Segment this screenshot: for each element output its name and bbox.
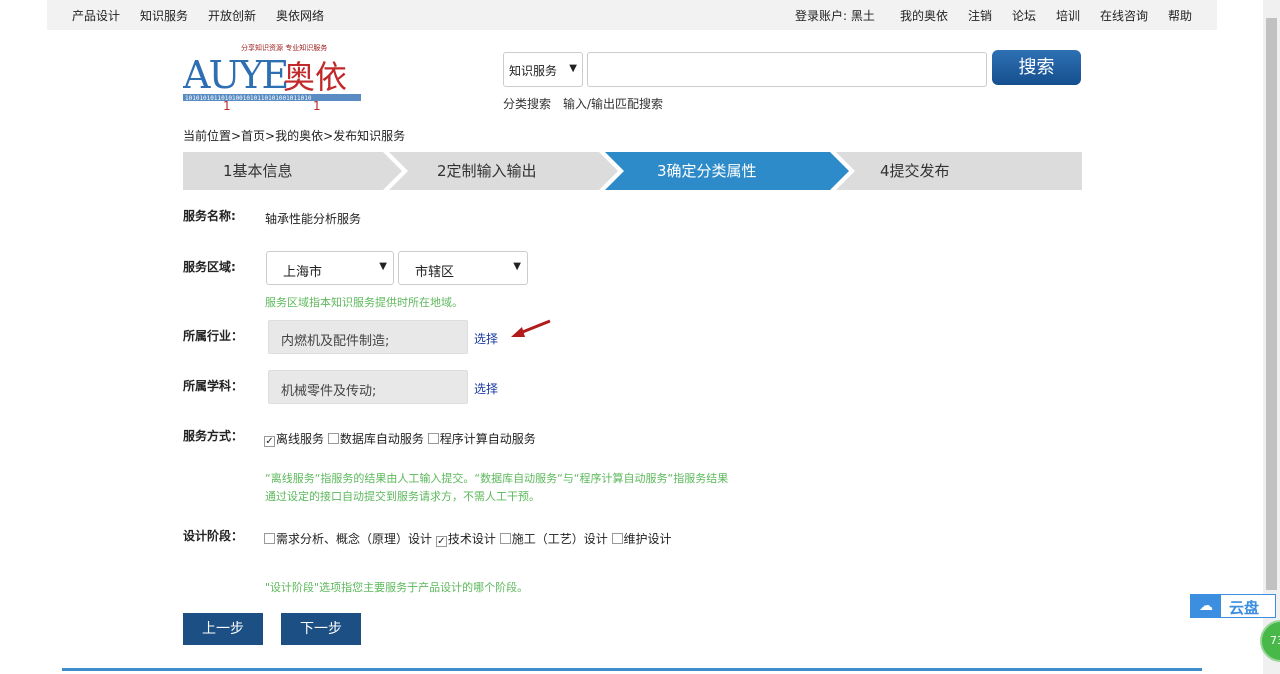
next-step-button[interactable]: 下一步	[281, 613, 361, 645]
design-stage-hint: "设计阶段"选项指您主要服务于产品设计的哪个阶段。	[265, 581, 529, 594]
service-mode-options: ✓ 离线服务 数据库自动服务 程序计算自动服务	[264, 430, 536, 447]
checkbox-construction-design-label: 施工（工艺）设计	[511, 532, 608, 546]
checkbox-construction-design[interactable]: 施工（工艺）设计	[499, 532, 608, 546]
service-name-label: 服务名称:	[183, 209, 236, 223]
cloud-icon: ☁	[1191, 595, 1221, 617]
design-stage-label: 设计阶段：	[183, 529, 244, 543]
svg-text:AUYE: AUYE	[183, 53, 287, 97]
nav-product-design[interactable]: 产品设计	[72, 7, 120, 24]
category-search-link[interactable]: 分类搜索	[503, 95, 551, 112]
checkbox-program-auto[interactable]: 程序计算自动服务	[427, 432, 536, 446]
nav-logout[interactable]: 注销	[968, 7, 992, 24]
province-value: 上海市	[283, 265, 323, 280]
checkbox-offline-box[interactable]: ✓	[264, 436, 275, 447]
industry-label: 所属行业：	[183, 329, 244, 343]
service-name-value: 轴承性能分析服务	[265, 212, 362, 226]
search-button[interactable]: 搜索	[992, 50, 1081, 85]
auye-logo[interactable]: 分享知识资源 专业知识服务 AUYE 奥依 101010101101010010…	[182, 42, 363, 114]
discipline-label: 所属学科：	[183, 379, 244, 393]
cloud-disk-label: 云盘	[1229, 599, 1260, 617]
svg-text:分享知识资源 专业知识服务: 分享知识资源 专业知识服务	[241, 43, 327, 52]
scrollbar-thumb[interactable]	[1266, 18, 1277, 590]
caret-down-icon: ▼	[569, 63, 577, 74]
top-nav-bar: 产品设计 知识服务 开放创新 奥依网络 登录账户: 黑土 我的奥依 注销 论坛 …	[47, 0, 1217, 30]
step-classification: 3确定分类属性	[657, 162, 757, 180]
nav-knowledge-service[interactable]: 知识服务	[140, 7, 188, 24]
checkbox-offline[interactable]: ✓ 离线服务	[264, 432, 325, 447]
search-category-value: 知识服务	[509, 64, 558, 78]
svg-text:1: 1	[313, 99, 321, 113]
checkbox-construction-design-box[interactable]	[499, 533, 511, 544]
discipline-select-link[interactable]: 选择	[474, 380, 498, 397]
caret-down-icon: ▼	[513, 261, 521, 272]
checkbox-concept-design-box[interactable]	[264, 533, 275, 544]
search-input[interactable]	[587, 52, 987, 87]
region-hint: 服务区域指本知识服务提供时所在地域。	[265, 296, 463, 309]
svg-text:奥依: 奥依	[283, 58, 347, 96]
service-mode-label: 服务方式：	[183, 429, 244, 443]
nav-auye-network[interactable]: 奥依网络	[276, 7, 324, 24]
discipline-field: 机械零件及传动;	[268, 370, 468, 404]
design-stage-options: 需求分析、概念（原理）设计 ✓ 技术设计 施工（工艺）设计 维护设计	[264, 530, 672, 547]
service-mode-hint-line1: “离线服务“指服务的结果由人工输入提交。“数据库自动服务“与“程序计算自动服务“…	[265, 472, 729, 485]
checkbox-technical-design[interactable]: ✓ 技术设计	[435, 532, 496, 547]
cloud-disk-widget[interactable]: ☁ 云盘	[1190, 594, 1276, 618]
region-label: 服务区域:	[183, 260, 236, 274]
red-arrow-icon	[511, 319, 551, 337]
industry-field: 内燃机及配件制造;	[268, 320, 468, 354]
checkbox-concept-design-label: 需求分析、概念（原理）设计	[276, 532, 433, 546]
service-mode-hint: “离线服务“指服务的结果由人工输入提交。“数据库自动服务“与“程序计算自动服务“…	[265, 470, 728, 506]
checkbox-technical-design-label: 技术设计	[447, 532, 496, 546]
nav-forum[interactable]: 论坛	[1012, 7, 1036, 24]
svg-text:1: 1	[223, 99, 231, 113]
service-mode-hint-line2: 通过设定的接口自动提交到服务请求方，不需人工干预。	[265, 490, 540, 503]
nav-help[interactable]: 帮助	[1168, 7, 1192, 24]
checkbox-concept-design[interactable]: 需求分析、概念（原理）设计	[264, 532, 432, 546]
industry-select-link[interactable]: 选择	[474, 330, 498, 347]
checkbox-database-auto[interactable]: 数据库自动服务	[327, 432, 424, 446]
checkbox-program-auto-box[interactable]	[427, 433, 439, 444]
checkbox-maintenance-design-label: 维护设计	[623, 532, 672, 546]
step-submit: 4提交发布	[880, 162, 950, 180]
checkbox-offline-label: 离线服务	[276, 432, 325, 446]
step-wizard: 1基本信息 2定制输入输出 3确定分类属性 4提交发布	[183, 152, 1082, 190]
district-select[interactable]: 市辖区 ▼	[398, 251, 528, 285]
svg-text:101010101101010010101101010010: 10101010110101001010110101001011010	[185, 95, 312, 102]
province-select[interactable]: 上海市 ▼	[266, 251, 394, 285]
step-customize-io: 2定制输入输出	[437, 162, 537, 180]
nav-training[interactable]: 培训	[1056, 7, 1080, 24]
nav-online-consult[interactable]: 在线咨询	[1100, 7, 1148, 24]
nav-my-auye[interactable]: 我的奥依	[900, 7, 948, 24]
search-category-select[interactable]: 知识服务 ▼	[503, 52, 583, 87]
footer-divider	[62, 668, 1202, 671]
caret-down-icon: ▼	[379, 261, 387, 272]
nav-account[interactable]: 登录账户: 黑土	[795, 7, 875, 24]
checkbox-program-auto-label: 程序计算自动服务	[439, 432, 536, 446]
prev-step-button[interactable]: 上一步	[183, 613, 263, 645]
checkbox-database-auto-label: 数据库自动服务	[339, 432, 424, 446]
checkbox-maintenance-design-box[interactable]	[611, 533, 623, 544]
breadcrumb: 当前位置>首页>我的奥依>发布知识服务	[183, 129, 406, 143]
step-basic-info: 1基本信息	[223, 162, 293, 180]
nav-open-innovation[interactable]: 开放创新	[208, 7, 256, 24]
checkbox-technical-design-box[interactable]: ✓	[435, 536, 447, 547]
checkbox-database-auto-box[interactable]	[327, 433, 339, 444]
district-value: 市辖区	[415, 265, 455, 280]
checkbox-maintenance-design[interactable]: 维护设计	[611, 532, 672, 546]
io-match-search-link[interactable]: 输入/输出匹配搜索	[563, 95, 663, 112]
